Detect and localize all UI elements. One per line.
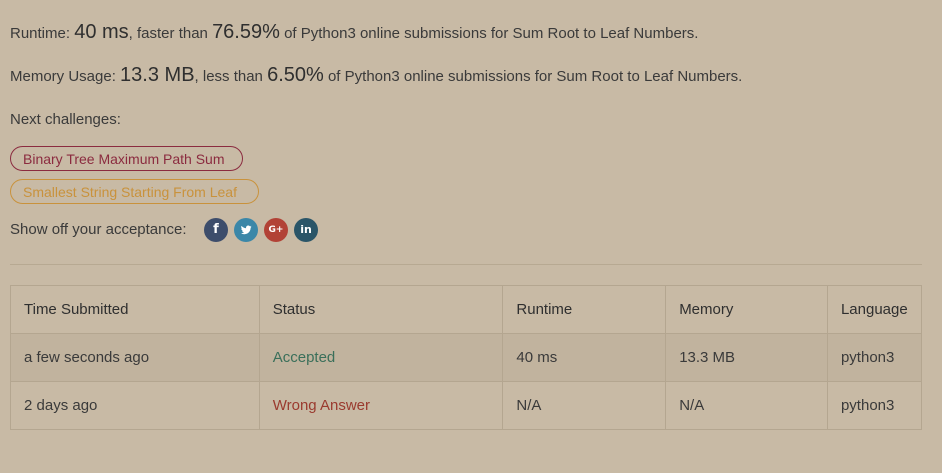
share-label: Show off your acceptance: [10, 221, 187, 238]
cell-runtime: 40 ms [502, 333, 667, 382]
cell-runtime: N/A [502, 381, 667, 430]
header-status: Status [258, 285, 504, 334]
next-challenges-label: Next challenges: [10, 111, 121, 128]
memory-middle-text: , less than [194, 68, 263, 85]
header-runtime: Runtime [502, 285, 667, 334]
section-divider [10, 264, 922, 265]
cell-memory: N/A [665, 381, 828, 430]
submissions-table: Time Submitted Status Runtime Memory Lan… [10, 285, 923, 430]
twitter-icon[interactable] [234, 218, 258, 242]
challenge-link-binary-tree-maximum-path-sum[interactable]: Binary Tree Maximum Path Sum [10, 146, 243, 171]
challenge-link-smallest-string-starting-from-leaf[interactable]: Smallest String Starting From Leaf [10, 179, 259, 204]
facebook-icon[interactable]: f [204, 218, 228, 242]
runtime-suffix-text: of Python3 online submissions for Sum Ro… [284, 25, 699, 42]
cell-time-submitted: a few seconds ago [10, 333, 260, 382]
memory-summary: Memory Usage: 13.3 MB, less than 6.50% o… [10, 64, 742, 87]
memory-label: Memory Usage: [10, 68, 116, 85]
header-time-submitted: Time Submitted [10, 285, 260, 334]
runtime-summary: Runtime: 40 ms, faster than 76.59% of Py… [10, 21, 698, 44]
memory-suffix-text: of Python3 online submissions for Sum Ro… [327, 68, 743, 85]
table-row: a few seconds ago Accepted 40 ms 13.3 MB… [10, 333, 923, 382]
header-language: Language [826, 285, 923, 334]
runtime-label: Runtime: [10, 25, 71, 42]
status-link-wrong-answer[interactable]: Wrong Answer [258, 381, 504, 430]
cell-memory: 13.3 MB [665, 333, 828, 382]
twitter-bird-glyph [241, 225, 252, 235]
runtime-percentile: 76.59% [212, 21, 280, 43]
cell-language: python3 [826, 381, 923, 430]
google-plus-icon[interactable]: G+ [264, 218, 288, 242]
header-memory: Memory [665, 285, 828, 334]
cell-time-submitted: 2 days ago [10, 381, 260, 430]
table-header-row: Time Submitted Status Runtime Memory Lan… [10, 285, 923, 334]
linkedin-icon[interactable]: in [294, 218, 318, 242]
status-link-accepted[interactable]: Accepted [258, 333, 504, 382]
runtime-value: 40 ms [74, 21, 129, 43]
runtime-middle-text: , faster than [128, 25, 208, 42]
memory-value: 13.3 MB [120, 64, 195, 86]
cell-language: python3 [826, 333, 923, 382]
memory-percentile: 6.50% [267, 64, 324, 86]
table-row: 2 days ago Wrong Answer N/A N/A python3 [10, 381, 923, 430]
